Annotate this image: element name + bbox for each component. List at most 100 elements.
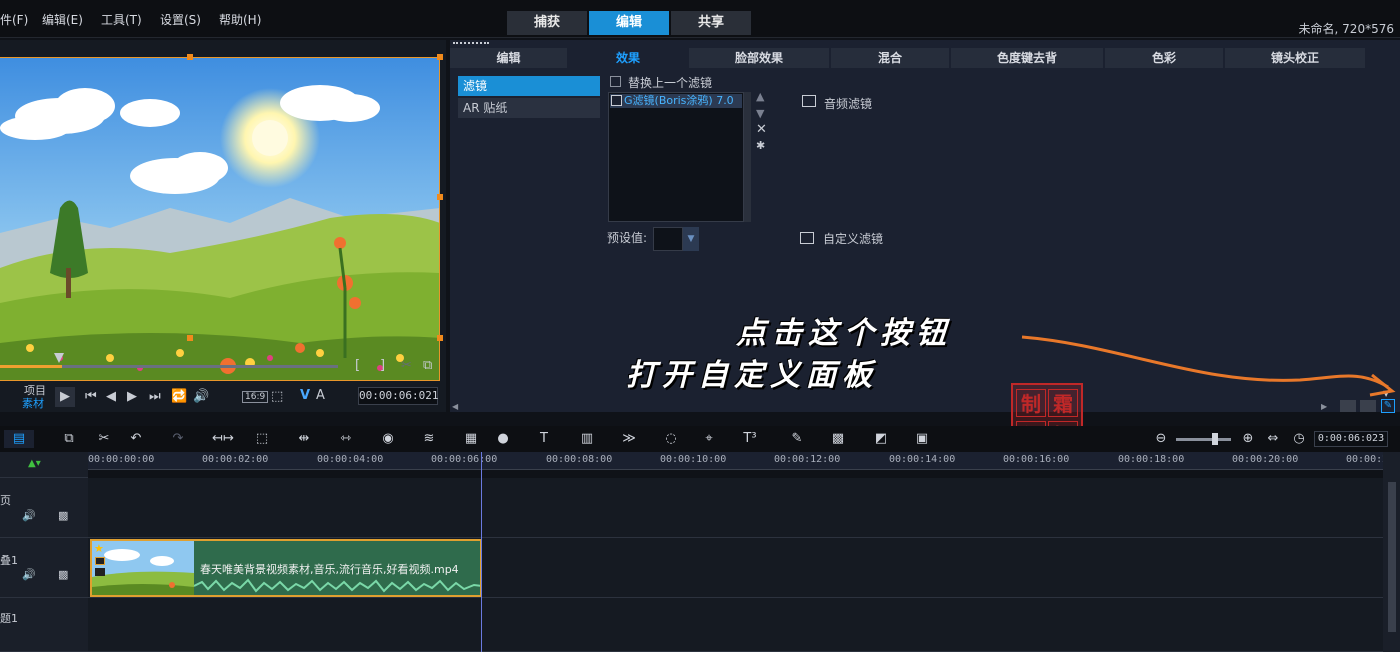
- custom-filter-icon[interactable]: [800, 232, 814, 244]
- filter-toggle-checkbox[interactable]: [611, 95, 622, 106]
- title-3d-icon[interactable]: T³: [741, 430, 759, 448]
- opt-tab-effects[interactable]: 效果: [569, 48, 687, 68]
- move-down-icon[interactable]: ▼: [756, 107, 764, 120]
- mark-out-button[interactable]: ]: [380, 358, 385, 373]
- preset-dropdown[interactable]: [653, 227, 683, 251]
- add-track-icon[interactable]: ▲▾: [28, 458, 41, 469]
- timeline-timecode[interactable]: 0:00:06:023: [1314, 431, 1388, 447]
- remove-filter-icon[interactable]: ✕: [756, 122, 767, 137]
- title-icon[interactable]: T: [535, 430, 553, 448]
- crop-handle-top[interactable]: [187, 54, 193, 60]
- tracking-icon[interactable]: ⌖: [700, 430, 718, 448]
- playhead[interactable]: [481, 452, 482, 652]
- filter-settings-icon[interactable]: ✱: [756, 139, 765, 152]
- applied-filter-list[interactable]: G滤镜(Boris涂鸦) 7.0: [608, 92, 744, 222]
- tab-capture[interactable]: 捕获: [507, 11, 587, 35]
- clip-mode-label[interactable]: 素材: [22, 395, 44, 411]
- title-track[interactable]: [88, 598, 1383, 652]
- resize-icon[interactable]: ⬚: [271, 389, 283, 404]
- mark-in-button[interactable]: [: [355, 358, 360, 373]
- fit-icon[interactable]: ↤↦: [212, 430, 234, 448]
- loop-icon[interactable]: ◌: [662, 430, 680, 448]
- color-grade-icon[interactable]: ◩: [872, 430, 890, 448]
- stretch-icon[interactable]: ⇿: [337, 430, 355, 448]
- menu-edit[interactable]: 编辑(E): [42, 11, 83, 28]
- play-button[interactable]: ▶: [55, 387, 75, 407]
- crop-handle-top-right[interactable]: [437, 54, 443, 60]
- video-clip[interactable]: ★ 春天唯美背景视频素材,音乐,流行音乐,好看视频.mp4: [90, 539, 482, 597]
- repeat-icon[interactable]: 🔁: [171, 389, 187, 404]
- custom-filter-button[interactable]: 自定义滤镜: [823, 230, 883, 247]
- zoom-out-icon[interactable]: ⊖: [1152, 430, 1170, 448]
- audio-filter-button[interactable]: 音频滤镜: [824, 95, 872, 112]
- volume-icon[interactable]: 🔊: [193, 389, 209, 404]
- filter-item[interactable]: G滤镜(Boris涂鸦) 7.0: [610, 94, 742, 108]
- opt-tab-chroma-key[interactable]: 色度键去背: [951, 48, 1103, 68]
- snapshot-icon[interactable]: ⧉: [423, 358, 432, 373]
- fit-timeline-icon[interactable]: ⇔: [1264, 430, 1282, 448]
- audio-wave-icon[interactable]: ≋: [420, 430, 438, 448]
- undo-icon[interactable]: ↶: [127, 430, 145, 448]
- next-frame-icon[interactable]: ▶: [127, 389, 137, 404]
- grid-icon[interactable]: ▥: [578, 430, 596, 448]
- go-start-icon[interactable]: ⏮: [85, 389, 97, 404]
- zoom-in-icon[interactable]: ⊕: [1239, 430, 1257, 448]
- go-end-icon[interactable]: ⏭: [149, 389, 161, 404]
- filter-list-scrollbar[interactable]: [744, 92, 751, 222]
- video-track[interactable]: [88, 478, 1383, 538]
- tab-share[interactable]: 共享: [671, 11, 751, 35]
- audio-track-toggle[interactable]: A: [316, 388, 325, 403]
- opt-tab-edit[interactable]: 编辑: [450, 48, 567, 68]
- prev-frame-icon[interactable]: ◀: [106, 389, 116, 404]
- preview-timecode[interactable]: 00:00:06:021: [358, 387, 438, 405]
- video-track-toggle[interactable]: V: [300, 388, 310, 403]
- split-icon[interactable]: ⇹: [295, 430, 313, 448]
- track-header-video[interactable]: 页 🔊 ▩: [0, 478, 88, 538]
- crop-handle-bottom[interactable]: [187, 335, 193, 341]
- paint-icon[interactable]: ✎: [788, 430, 806, 448]
- opt-tab-face-effects[interactable]: 脸部效果: [689, 48, 829, 68]
- video-preview[interactable]: [0, 57, 440, 381]
- crop-handle-right[interactable]: [437, 194, 443, 200]
- tools-icon[interactable]: ✂: [95, 430, 113, 448]
- menu-tools[interactable]: 工具(T): [101, 11, 142, 28]
- track-mute-icon[interactable]: 🔊: [22, 568, 36, 581]
- track-manager-icon[interactable]: ⧉: [60, 430, 78, 448]
- speed-icon[interactable]: ≫: [620, 430, 638, 448]
- opt-tab-lens-correction[interactable]: 镜头校正: [1225, 48, 1365, 68]
- category-ar-stickers[interactable]: AR 贴纸: [458, 98, 600, 118]
- timeline-scrollbar[interactable]: [1383, 452, 1400, 652]
- mask-icon[interactable]: ●: [494, 430, 512, 448]
- track-mute-icon[interactable]: 🔊: [22, 509, 36, 522]
- tab-edit[interactable]: 编辑: [589, 11, 669, 35]
- zoom-slider[interactable]: [1176, 438, 1231, 441]
- menu-settings[interactable]: 设置(S): [160, 11, 201, 28]
- crop-icon[interactable]: ⬚: [253, 430, 271, 448]
- panel-grip[interactable]: [453, 42, 489, 44]
- highlight-icon[interactable]: ▩: [829, 430, 847, 448]
- replace-filter-checkbox[interactable]: [610, 76, 621, 87]
- track-header-overlay[interactable]: 叠1 🔊 ▩: [0, 538, 88, 598]
- category-filters[interactable]: 滤镜: [458, 76, 600, 96]
- track-lock-icon[interactable]: ▩: [58, 568, 68, 581]
- scissors-icon[interactable]: ✂: [401, 358, 412, 373]
- opt-tab-color[interactable]: 色彩: [1105, 48, 1223, 68]
- move-up-icon[interactable]: ▲: [756, 90, 764, 103]
- track-lock-icon[interactable]: ▩: [58, 509, 68, 522]
- scroll-left-icon[interactable]: ◀: [452, 402, 458, 411]
- clock-icon[interactable]: ◷: [1290, 430, 1308, 448]
- gif-icon[interactable]: ▣: [913, 430, 931, 448]
- audio-filter-icon[interactable]: [802, 95, 816, 107]
- motion-icon[interactable]: ◉: [379, 430, 397, 448]
- timeline-ruler[interactable]: 00:00:00:00 00:00:02:00 00:00:04:00 00:0…: [88, 452, 1388, 470]
- aspect-ratio-button[interactable]: 16:9: [242, 391, 269, 403]
- menu-file[interactable]: 件(F): [0, 11, 28, 28]
- redo-icon[interactable]: ↷: [169, 430, 187, 448]
- crop-handle-bottom-right[interactable]: [437, 335, 443, 341]
- mixer-icon[interactable]: ▦: [462, 430, 480, 448]
- timeline-view-icon[interactable]: ▤: [4, 430, 34, 448]
- opt-tab-blend[interactable]: 混合: [831, 48, 949, 68]
- track-header-title[interactable]: 题1: [0, 598, 88, 652]
- chevron-down-icon[interactable]: ▼: [683, 227, 699, 251]
- scrollbar-thumb[interactable]: [1388, 482, 1396, 632]
